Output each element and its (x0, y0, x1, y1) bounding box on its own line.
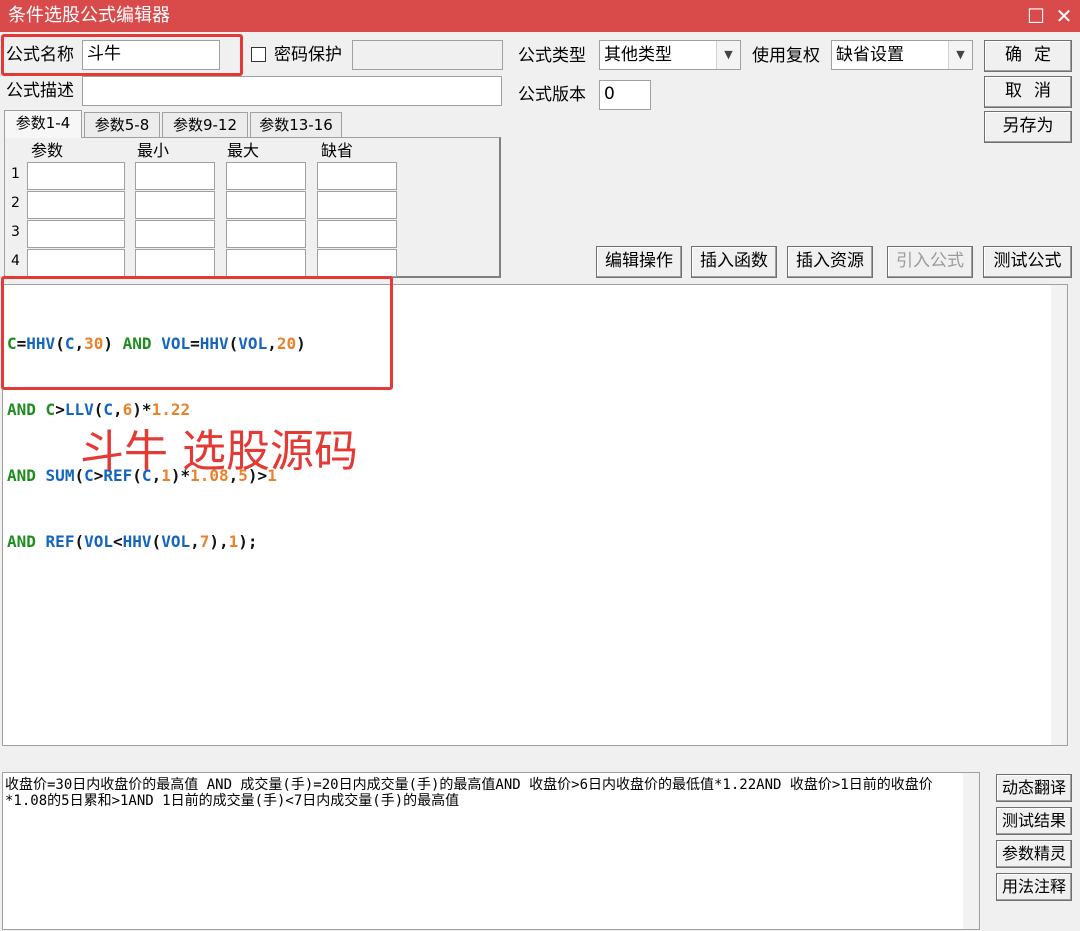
param-name-input[interactable] (27, 191, 125, 219)
formula-type-select[interactable]: 其他类型 ▼ (599, 40, 741, 70)
test-formula-button[interactable]: 测试公式 (983, 246, 1072, 278)
param-row-number: 1 (11, 166, 20, 182)
param-min-input[interactable] (135, 249, 215, 277)
dynamic-translate-button[interactable]: 动态翻译 (996, 774, 1072, 802)
tab-params-5-8[interactable]: 参数5-8 (84, 112, 160, 138)
restore-value: 缺省设置 (836, 45, 904, 65)
editor-scrollbar[interactable] (1051, 285, 1067, 745)
ok-button[interactable]: 确定 (984, 40, 1072, 72)
code-line-4: AND REF(VOL<HHV(VOL,7),1); (7, 532, 258, 551)
translation-panel: 收盘价=30日内收盘价的最高值 AND 成交量(手)=20日内成交量(手)的最高… (2, 772, 980, 930)
translation-text: 收盘价=30日内收盘价的最高值 AND 成交量(手)=20日内成交量(手)的最高… (5, 777, 933, 809)
formula-version-label: 公式版本 (518, 85, 586, 105)
code-editor[interactable]: C=HHV(C,30) AND VOL=HHV(VOL,20) AND C>LL… (2, 284, 1068, 746)
param-header-name: 参数 (31, 141, 64, 160)
formula-type-value: 其他类型 (604, 45, 672, 65)
param-header-max: 最大 (227, 141, 260, 160)
param-row-number: 4 (11, 253, 20, 269)
annotation-text: 斗牛 选股源码 (80, 426, 358, 477)
param-header-default: 缺省 (321, 141, 354, 160)
title-bar: 条件选股公式编辑器 ☐ ✕ (0, 0, 1080, 32)
test-result-button[interactable]: 测试结果 (996, 807, 1072, 835)
formula-desc-input[interactable] (82, 76, 502, 106)
code-line-1: C=HHV(C,30) AND VOL=HHV(VOL,20) (7, 334, 306, 353)
password-checkbox[interactable] (251, 47, 266, 62)
insert-function-button[interactable]: 插入函数 (691, 246, 777, 278)
param-name-input[interactable] (27, 162, 125, 190)
param-panel: 参数 最小 最大 缺省 1 2 3 4 (4, 137, 501, 278)
tab-params-1-4[interactable]: 参数1-4 (4, 110, 82, 138)
param-name-input[interactable] (27, 249, 125, 277)
horizontal-scrollbar[interactable] (0, 748, 1080, 770)
param-max-input[interactable] (226, 162, 306, 190)
param-name-input[interactable] (27, 220, 125, 248)
close-icon[interactable]: ✕ (1052, 4, 1076, 28)
restore-label: 使用复权 (752, 46, 820, 66)
param-min-input[interactable] (135, 191, 215, 219)
insert-resource-button[interactable]: 插入资源 (787, 246, 873, 278)
usage-notes-button[interactable]: 用法注释 (996, 873, 1072, 901)
param-default-input[interactable] (317, 162, 397, 190)
formula-desc-label: 公式描述 (6, 81, 74, 101)
tab-params-13-16[interactable]: 参数13-16 (250, 112, 342, 138)
password-label: 密码保护 (274, 45, 342, 65)
code-line-2: AND C>LLV(C,6)*1.22 (7, 400, 191, 419)
cancel-button[interactable]: 取消 (984, 76, 1072, 108)
window-title: 条件选股公式编辑器 (8, 5, 170, 26)
param-max-input[interactable] (226, 191, 306, 219)
save-as-button[interactable]: 另存为 (984, 111, 1072, 143)
chevron-down-icon[interactable]: ▼ (716, 41, 740, 69)
param-default-input[interactable] (317, 191, 397, 219)
chevron-down-icon[interactable]: ▼ (948, 41, 972, 69)
import-formula-button[interactable]: 引入公式 (887, 246, 973, 278)
translation-scrollbar[interactable] (963, 773, 979, 929)
formula-type-label: 公式类型 (518, 46, 586, 66)
param-min-input[interactable] (135, 220, 215, 248)
param-row-number: 2 (11, 195, 20, 211)
param-row-number: 3 (11, 224, 20, 240)
formula-name-label: 公式名称 (6, 45, 74, 65)
param-default-input[interactable] (317, 220, 397, 248)
maximize-icon[interactable]: ☐ (1024, 4, 1048, 28)
edit-operations-button[interactable]: 编辑操作 (596, 246, 682, 278)
param-min-input[interactable] (135, 162, 215, 190)
formula-version-input[interactable]: 0 (599, 80, 651, 110)
tab-params-9-12[interactable]: 参数9-12 (162, 112, 248, 138)
param-header-min: 最小 (137, 141, 170, 160)
formula-name-input[interactable]: 斗牛 (82, 40, 220, 70)
param-wizard-button[interactable]: 参数精灵 (996, 840, 1072, 868)
password-input[interactable] (352, 40, 503, 70)
restore-select[interactable]: 缺省设置 ▼ (831, 40, 973, 70)
param-max-input[interactable] (226, 220, 306, 248)
param-max-input[interactable] (226, 249, 306, 277)
param-default-input[interactable] (317, 249, 397, 277)
